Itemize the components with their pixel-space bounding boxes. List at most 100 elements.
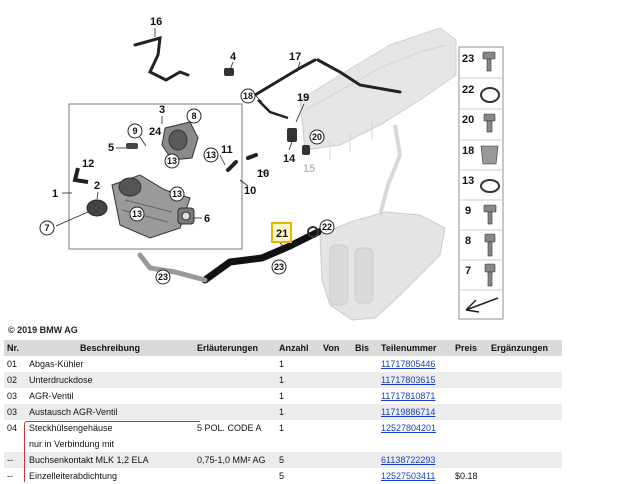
col-header-bis: Bis (352, 340, 378, 356)
cell-erlaeuterungen (194, 468, 276, 484)
side-label-9[interactable]: 9 (465, 205, 471, 217)
callout-6[interactable]: 6 (204, 213, 210, 225)
callout-13c-label: 13 (172, 189, 182, 199)
cell-von (320, 452, 352, 468)
callout-10a[interactable]: 10 (257, 168, 269, 180)
callout-13-egr-label: 13 (132, 209, 142, 219)
callout-13a-label: 13 (167, 156, 177, 166)
side-label-7[interactable]: 7 (465, 265, 471, 277)
callout-13b[interactable]: 13 (203, 147, 219, 163)
callout-5[interactable]: 5 (108, 142, 114, 154)
cell-erlaeuterungen (194, 388, 276, 404)
callout-14[interactable]: 14 (283, 153, 296, 165)
callout-21-label: 21 (276, 228, 288, 240)
callout-24[interactable]: 24 (149, 126, 162, 138)
cell-nr: 04 (7, 423, 18, 433)
cell-von (320, 356, 352, 372)
cell-anzahl: 5 (279, 471, 285, 481)
cell-nr: -- (4, 452, 26, 468)
callout-9[interactable]: 9 (127, 123, 143, 139)
callout-18[interactable]: 18 (240, 88, 256, 104)
cell-von (320, 388, 352, 404)
table-row: 04 Steckhülsengehäuse 5 POL. CODE A 1 12… (4, 420, 562, 436)
table-row: -- Einzelleiterabdichtung 5 12527503411 … (4, 468, 562, 484)
cell-ergaenzungen (488, 452, 562, 468)
gasket-6-illustration (177, 207, 195, 225)
cell-teilenummer: 61138722293 (378, 452, 452, 468)
callout-11[interactable]: 11 (221, 144, 233, 156)
cell-preis (452, 388, 488, 404)
cell-nr: 01 (7, 359, 18, 369)
callout-7[interactable]: 7 (39, 220, 55, 236)
side-parts-panel: 23 22 20 18 13 9 8 7 (458, 46, 504, 320)
cell-nr: 02 (4, 372, 26, 388)
callout-16[interactable]: 16 (150, 16, 162, 28)
cell-beschreibung: Steckhülsengehäuse (29, 423, 113, 433)
callout-13a[interactable]: 13 (164, 153, 180, 169)
callout-17[interactable]: 17 (289, 51, 301, 63)
col-header-preis: Preis (452, 340, 488, 356)
hose-12 (72, 167, 89, 184)
part-number-link[interactable]: 12527804201 (381, 423, 436, 433)
cell-nr: 03 (4, 404, 26, 420)
cell-bis (352, 452, 378, 468)
callout-23a[interactable]: 23 (271, 259, 287, 275)
side-label-20[interactable]: 20 (462, 114, 474, 126)
callout-10b[interactable]: 10 (244, 185, 256, 197)
callout-3[interactable]: 3 (159, 104, 165, 116)
side-label-8[interactable]: 8 (465, 235, 471, 247)
cell-teilenummer: 12527804201 (378, 420, 452, 436)
cell-ergaenzungen (488, 404, 562, 420)
callout-13-egr[interactable]: 13 (129, 206, 145, 222)
part-number-link[interactable]: 11717810871 (381, 391, 435, 401)
callout-4[interactable]: 4 (230, 51, 237, 63)
col-header-anzahl: Anzahl (276, 340, 320, 356)
cell-nr: -- (7, 471, 13, 481)
cell-erlaeuterungen (194, 404, 276, 420)
cell-bis (352, 468, 378, 484)
cell-anzahl (276, 436, 320, 452)
col-header-beschreibung: Beschreibung (26, 340, 194, 356)
callout-13c[interactable]: 13 (169, 186, 185, 202)
cell-nr (4, 436, 26, 452)
cell-anzahl: 1 (276, 372, 320, 388)
callout-2[interactable]: 2 (94, 180, 100, 192)
part-number-link[interactable]: 11719886714 (381, 407, 435, 417)
cell-preis (452, 452, 488, 468)
callout-15[interactable]: 15 (303, 163, 315, 175)
part-number-link[interactable]: 11717805446 (381, 359, 435, 369)
cell-bis (352, 420, 378, 436)
callout-20[interactable]: 20 (309, 129, 325, 145)
side-label-22[interactable]: 22 (462, 84, 474, 96)
cell-preis (452, 356, 488, 372)
cell-preis: $0.18 (455, 471, 478, 481)
cell-preis (452, 372, 488, 388)
cell-teilenummer (378, 436, 452, 452)
side-label-13[interactable]: 13 (462, 175, 474, 187)
part-number-link[interactable]: 11717803615 (381, 375, 435, 385)
cell-erlaeuterungen: 0,75-1,0 MM² AG (194, 452, 276, 468)
cell-teilenummer: 12527503411 (378, 468, 452, 484)
callout-21-highlighted[interactable]: 21 (271, 222, 292, 243)
callout-19[interactable]: 19 (297, 92, 309, 104)
egr-cooler-illustration (111, 174, 191, 239)
callout-23b[interactable]: 23 (155, 269, 171, 285)
callout-12[interactable]: 12 (82, 158, 94, 170)
copyright-notice: © 2019 BMW AG (8, 325, 78, 335)
cell-teilenummer: 11717805446 (378, 356, 452, 372)
table-header-row: Nr. Beschreibung Erläuterungen Anzahl Vo… (4, 340, 562, 356)
callout-18-label: 18 (243, 91, 253, 101)
cell-anzahl: 1 (279, 423, 285, 433)
cell-von (320, 372, 352, 388)
cell-ergaenzungen (488, 436, 562, 452)
callout-1[interactable]: 1 (52, 188, 58, 200)
cell-erlaeuterungen (194, 436, 276, 452)
callout-8[interactable]: 8 (186, 108, 202, 124)
side-label-23[interactable]: 23 (462, 53, 474, 65)
cell-bis (352, 388, 378, 404)
cell-von (320, 420, 352, 436)
callout-22[interactable]: 22 (319, 219, 335, 235)
part-number-link[interactable]: 61138722293 (381, 455, 435, 465)
side-label-18[interactable]: 18 (462, 145, 474, 157)
callout-20-label: 20 (312, 132, 322, 142)
